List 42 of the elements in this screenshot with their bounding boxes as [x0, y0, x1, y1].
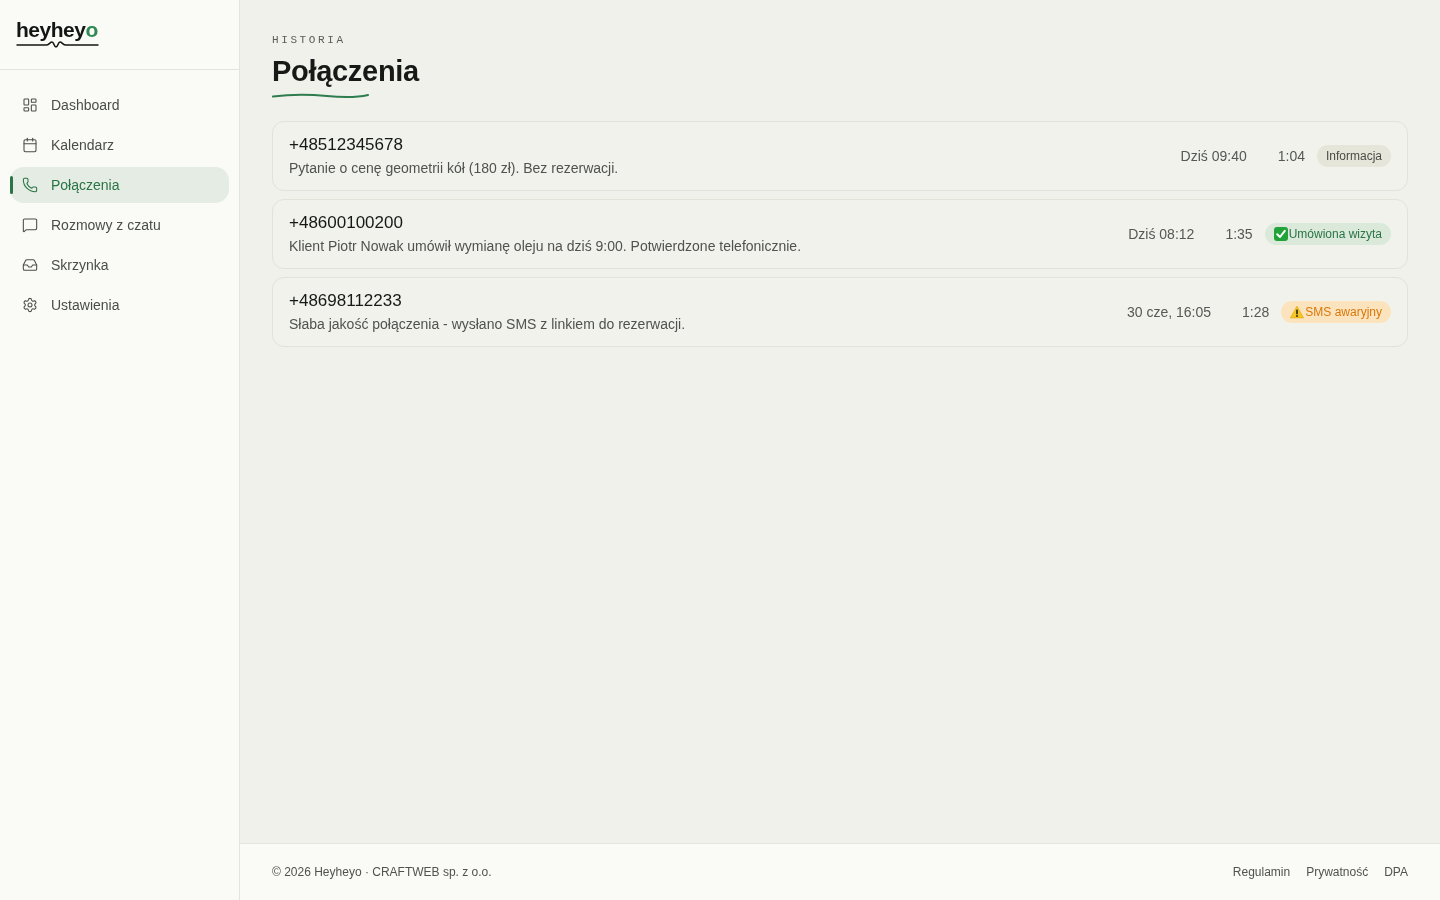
section-eyebrow: HISTORIA: [272, 34, 346, 46]
nav-item[interactable]: Połączenia: [10, 167, 229, 203]
call-time: Dziś 08:12: [1128, 226, 1195, 242]
footer-link[interactable]: DPA: [1384, 865, 1408, 879]
nav-item[interactable]: Ustawienia: [10, 287, 229, 323]
inbox-icon: [22, 257, 38, 273]
warning-icon: [1290, 305, 1305, 319]
status-tag: Umówiona wizyta: [1264, 223, 1391, 245]
call-duration: 1:35: [1225, 226, 1253, 242]
call-card[interactable]: +48698112233 Słaba jakość połączenia - wysłano SMS z linkiem do rezerwacji. 30 cze, 16:05 1:28 SMS awaryjny: [272, 277, 1408, 347]
nav-item[interactable]: Rozmowy z czatu: [10, 207, 229, 243]
calendar-icon: [22, 137, 38, 153]
status-tag: Informacja: [1316, 145, 1391, 167]
phone-number: +48698112233: [289, 291, 402, 311]
nav-item[interactable]: Dashboard: [10, 87, 229, 123]
page-title: Połączenia: [272, 54, 419, 89]
call-card[interactable]: +48512345678 Pytanie o cenę geometrii kół (180 zł). Bez rezerwacji. Dziś 09:40 1:04 Informacja: [272, 121, 1408, 191]
footer-link[interactable]: Regulamin: [1232, 865, 1291, 879]
nav-item[interactable]: Kalendarz: [10, 127, 229, 163]
call-summary: Pytanie o cenę geometrii kół (180 zł). Bez rezerwacji.: [289, 159, 619, 177]
call-duration: 1:28: [1242, 304, 1270, 320]
nav-item[interactable]: Skrzynka: [10, 247, 229, 283]
active-indicator-icon: [10, 176, 13, 194]
call-duration: 1:04: [1277, 148, 1305, 164]
logo-text: heyheyo: [16, 19, 98, 40]
settings-icon: [22, 297, 38, 313]
call-time: Dziś 09:40: [1180, 148, 1247, 164]
logo-wave-icon: [16, 40, 99, 48]
call-card[interactable]: +48600100200 Klient Piotr Nowak umówił wymianę oleju na dziś 9:00. Potwierdzone telefonicznie. Dziś 08:12 1:35 Umówiona wizyta: [272, 199, 1408, 269]
call-time: 30 cze, 16:05: [1127, 304, 1212, 320]
wave-underline-icon: [272, 93, 369, 99]
phone-number: +48600100200: [289, 213, 403, 233]
footer-link[interactable]: Prywatność: [1306, 865, 1369, 879]
phone-number: +48512345678: [289, 135, 403, 155]
call-summary: Klient Piotr Nowak umówił wymianę oleju na dziś 9:00. Potwierdzone telefonicznie.: [289, 237, 802, 255]
phone-icon: [22, 177, 38, 193]
grid-icon: [22, 97, 38, 113]
status-tag: SMS awaryjny: [1281, 301, 1391, 323]
copyright-text: © 2026 Heyheyo · CRAFTWEB sp. z o.o.: [272, 865, 492, 879]
check-icon: [1273, 227, 1288, 241]
chat-bubble-icon: [22, 217, 38, 233]
call-summary: Słaba jakość połączenia - wysłano SMS z linkiem do rezerwacji.: [289, 315, 686, 333]
